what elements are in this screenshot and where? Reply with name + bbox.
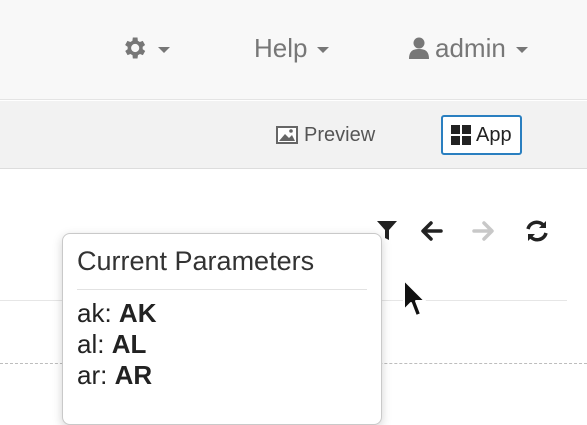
- forward-arrow-icon[interactable]: [472, 218, 496, 244]
- param-key: ar: [77, 360, 101, 390]
- param-value: AL: [111, 329, 147, 359]
- chevron-down-icon: [158, 46, 170, 53]
- param-key: al: [77, 329, 98, 359]
- back-arrow-icon[interactable]: [419, 218, 443, 244]
- gear-icon: [125, 37, 146, 59]
- param-value: AR: [114, 360, 153, 390]
- app-button[interactable]: App: [441, 115, 522, 155]
- mouse-cursor-icon: [403, 279, 426, 317]
- user-menu[interactable]: admin: [408, 30, 528, 66]
- param-value: AK: [118, 298, 157, 328]
- image-icon: [276, 126, 298, 144]
- param-row: ar: AR: [77, 360, 153, 390]
- param-key: ak: [77, 298, 105, 328]
- settings-menu[interactable]: [120, 30, 170, 66]
- preview-button[interactable]: Preview: [268, 115, 383, 155]
- popover-title: Current Parameters: [77, 246, 367, 290]
- param-row: ak: AK: [77, 298, 157, 328]
- help-label: Help: [254, 32, 308, 63]
- chevron-down-icon: [515, 46, 528, 53]
- user-icon: [409, 37, 429, 59]
- param-row: al: AL: [77, 329, 147, 359]
- help-menu[interactable]: Help: [254, 30, 330, 66]
- grid-icon: [451, 125, 471, 145]
- mode-toolbar: Preview App: [0, 101, 587, 169]
- refresh-icon[interactable]: [524, 218, 550, 244]
- chevron-down-icon: [317, 46, 330, 53]
- top-navbar: Help admin: [0, 0, 587, 100]
- preview-label: Preview: [304, 123, 376, 146]
- parameters-popover: Current Parameters ak: AK al: AL ar: AR: [62, 233, 382, 425]
- user-label: admin: [435, 32, 506, 63]
- app-label: App: [476, 123, 512, 146]
